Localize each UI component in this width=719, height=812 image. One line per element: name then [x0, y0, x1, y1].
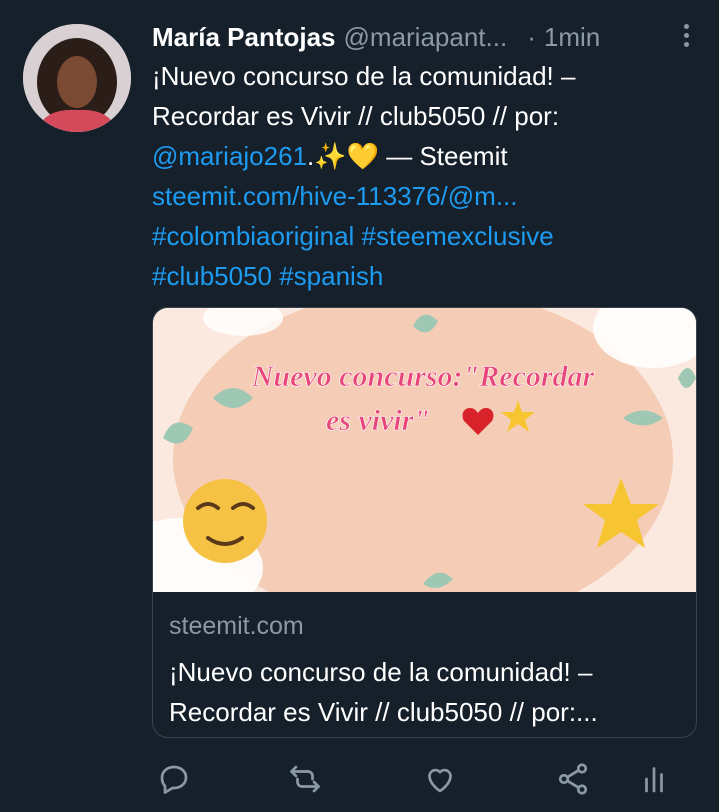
card-title-line: ¡Nuevo concurso de la comunidad! – — [169, 657, 593, 687]
card-title: ¡Nuevo concurso de la comunidad! – Recor… — [169, 652, 684, 732]
author-name[interactable]: María Pantojas — [152, 22, 336, 53]
tweet-text-line: @mariajo261.✨💛 — Steemit — [152, 136, 697, 176]
author-handle[interactable]: @mariapant... — [344, 22, 508, 53]
tweet-text-rest: .✨💛 — Steemit — [307, 141, 508, 171]
tweet-text: ¡Nuevo concurso de la comunidad! – Recor… — [152, 56, 697, 296]
more-icon[interactable] — [682, 24, 690, 50]
tweet-actions — [152, 755, 700, 803]
relieved-face-emoji — [183, 479, 267, 563]
card-domain: steemit.com — [169, 612, 304, 640]
analytics-icon[interactable] — [636, 761, 672, 797]
card-image-title: Nuevo concurso:"Recordar — [251, 360, 595, 393]
reply-icon[interactable] — [156, 761, 192, 797]
url-link[interactable]: steemit.com/hive-113376/@m... — [152, 176, 697, 216]
tweet-header: María Pantojas @mariapant... · 1min — [152, 20, 700, 54]
tweet-text-line: Recordar es Vivir // club5050 // por: — [152, 101, 560, 131]
retweet-icon[interactable] — [287, 761, 323, 797]
mention-link[interactable]: @mariajo261 — [152, 141, 307, 171]
separator-dot: · — [527, 21, 536, 52]
tweet-time[interactable]: 1min — [544, 22, 600, 53]
hashtags-link[interactable]: #colombiaoriginal #steemexclusive — [152, 216, 697, 256]
link-card[interactable]: Nuevo concurso:"Recordar es vivir" steem… — [152, 307, 697, 738]
card-title-line: Recordar es Vivir // club5050 // por:... — [169, 697, 598, 727]
tweet-text-line: ¡Nuevo concurso de la comunidad! – — [152, 61, 576, 91]
like-icon[interactable] — [422, 761, 458, 797]
hashtags-link[interactable]: #club5050 #spanish — [152, 256, 697, 296]
share-icon[interactable] — [555, 761, 591, 797]
avatar[interactable] — [23, 24, 131, 132]
card-image-title: es vivir" — [326, 404, 430, 437]
card-image[interactable]: Nuevo concurso:"Recordar es vivir" — [153, 308, 696, 592]
